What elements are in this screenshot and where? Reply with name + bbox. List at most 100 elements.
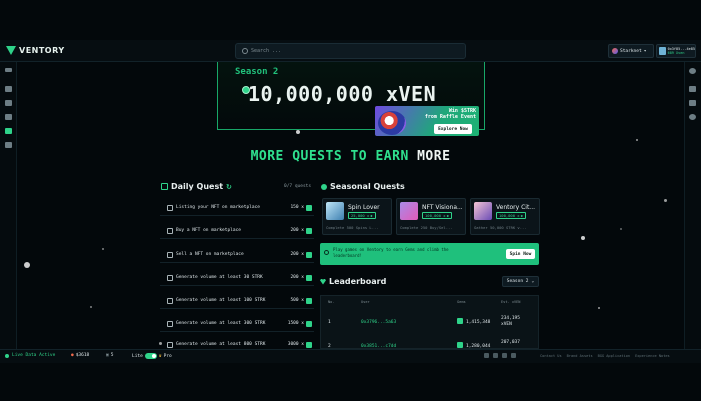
trophy-icon[interactable]	[5, 142, 12, 148]
avatar	[659, 47, 666, 55]
season-select[interactable]: Season 2 ⌄	[502, 276, 539, 287]
checkbox[interactable]	[167, 297, 173, 304]
est-xven-value: 234,195	[501, 316, 520, 321]
list-item[interactable]: Generate volume at least 800 STRK 3000 x	[160, 340, 314, 349]
daily-quest-label: Daily Quest	[171, 182, 224, 191]
gem-icon	[324, 250, 329, 255]
social-links	[484, 353, 516, 358]
gear-icon[interactable]	[689, 114, 696, 120]
gem-icon	[306, 297, 312, 304]
notification-bell-icon[interactable]	[689, 86, 696, 92]
lock-icon[interactable]	[689, 100, 696, 106]
quest-reward: 3000 x	[287, 342, 304, 347]
quest-name: Spin Lover	[348, 204, 380, 211]
user-address[interactable]: 0x3796...5a63	[361, 320, 396, 325]
user-icon[interactable]	[689, 68, 696, 74]
wallet-button[interactable]: 0x3f85...4e85 689 Xven	[656, 44, 696, 58]
seasonal-icon	[321, 183, 327, 190]
live-status: Live Data Active	[5, 353, 55, 358]
checkbox[interactable]	[167, 274, 173, 281]
gem-icon: ◆	[446, 213, 449, 218]
checkbox[interactable]	[167, 227, 173, 234]
quest-reward: 500 x	[290, 298, 304, 303]
x-icon[interactable]	[484, 353, 489, 358]
seasonal-quest-card[interactable]: NFT Visiona... 100,000 x ◆ Complete 250 B…	[396, 198, 466, 235]
checkbox[interactable]	[167, 204, 173, 211]
season-select-value: Season 2	[506, 279, 529, 284]
quest-icon[interactable]	[5, 128, 12, 134]
chevron-down-icon: ⌄	[531, 279, 535, 284]
mode-toggle[interactable]: Lite ♛ Pro	[132, 353, 172, 359]
quest-reward: 100,000 x	[425, 213, 446, 218]
rocket-icon[interactable]	[5, 100, 12, 106]
list-item[interactable]: Buy a NFT on marketplace 200 x	[160, 223, 314, 239]
quest-name: Generate volume at least 100 STRK	[176, 298, 266, 303]
seasonal-quest-card[interactable]: Ventory Cit... 100,000 x ◆ Gather 50,000 …	[470, 198, 540, 235]
bell-megaphone-icon[interactable]	[5, 86, 12, 92]
network-label: Starknet	[620, 48, 642, 54]
checkbox[interactable]	[167, 320, 173, 327]
star-decoration	[296, 130, 300, 134]
checkbox[interactable]	[167, 251, 173, 258]
gem-icon	[306, 227, 312, 234]
quest-reward: 25,000 x	[351, 213, 370, 218]
quest-image	[326, 202, 344, 220]
list-item[interactable]: Sell a NFT on marketplace 200 x	[160, 247, 314, 263]
quest-description: Complete 500 Spins L...	[326, 225, 379, 230]
promo-line2: from Raffle Event	[424, 114, 476, 120]
star-decoration	[636, 139, 638, 141]
page-title: MORE QUESTS TO EARN MORE	[170, 149, 531, 164]
rank: 1	[328, 320, 331, 325]
checkbox[interactable]	[167, 341, 173, 348]
raffle-logo-icon	[378, 111, 406, 135]
gamepad-icon[interactable]	[5, 114, 12, 120]
brand-logo[interactable]: VENTORY	[6, 45, 65, 56]
gem-icon	[306, 274, 312, 281]
gem-icon: ◆	[520, 213, 523, 218]
quest-reward: 200 x	[290, 275, 304, 280]
search-input[interactable]: Search ...	[235, 43, 466, 59]
image-icon: ▣	[106, 353, 109, 358]
quest-description: Complete 250 Buy/Sel...	[400, 225, 453, 230]
globe-icon[interactable]	[511, 353, 516, 358]
footer-link-contact[interactable]: Contact Us	[540, 354, 562, 358]
star-decoration	[620, 228, 622, 230]
menu-icon[interactable]	[5, 68, 12, 72]
brand-name: VENTORY	[19, 46, 65, 55]
heading-part2: MORE	[417, 149, 451, 164]
crown-icon	[320, 278, 326, 285]
star-decoration	[664, 199, 667, 202]
network-selector[interactable]: Starknet ▾	[608, 44, 654, 58]
pro-label: Pro	[163, 353, 172, 359]
mode-switch[interactable]	[144, 353, 157, 359]
list-item[interactable]: Listing your NFT on marketplace 150 x	[160, 200, 314, 216]
telegram-icon[interactable]	[493, 353, 498, 358]
footer-link-brand-assets[interactable]: Brand Assets	[567, 354, 593, 358]
quest-list-icon	[161, 183, 168, 190]
list-item[interactable]: Generate volume at least 30 STRK 200 x	[160, 270, 314, 286]
lite-label: Lite	[132, 353, 143, 359]
heading-part1: MORE QUESTS TO EARN	[250, 149, 418, 164]
starknet-icon	[612, 48, 618, 54]
counter-indicator: ▣ 5	[106, 353, 113, 358]
seasonal-quest-card[interactable]: Spin Lover 25,000 x ◆ Complete 500 Spins …	[322, 198, 392, 235]
seasonal-quests-label: Seasonal Quests	[330, 182, 405, 191]
quest-name: Generate volume at least 800 STRK	[176, 342, 266, 347]
quest-reward: 100,000 x	[499, 213, 520, 218]
seasonal-quests-title: Seasonal Quests	[321, 182, 405, 191]
wallet-balance: 689 Xven	[667, 51, 685, 55]
column-header: No.	[328, 300, 335, 304]
chevron-down-icon: ▾	[643, 48, 647, 54]
search-icon	[242, 48, 248, 54]
promo-text: Win $STRK from Raffle Event	[420, 108, 476, 120]
footer-link-application[interactable]: BGG Application	[598, 354, 630, 358]
list-item[interactable]: Generate volume at least 100 STRK 500 x	[160, 293, 314, 309]
quest-name: Generate volume at least 30 STRK	[176, 275, 263, 280]
discord-icon[interactable]	[502, 353, 507, 358]
counter-value: 5	[110, 353, 114, 358]
refresh-icon[interactable]: ↻	[226, 183, 232, 191]
footer-link-notes[interactable]: Experience Notes	[635, 354, 670, 358]
spin-now-button[interactable]: Spin Now	[506, 249, 535, 259]
explore-now-button[interactable]: Explore Now	[434, 124, 472, 134]
list-item[interactable]: Generate volume at least 300 STRK 1500 x	[160, 316, 314, 332]
